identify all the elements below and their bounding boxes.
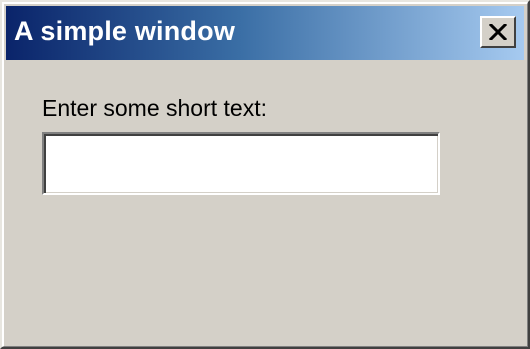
close-icon	[489, 24, 507, 40]
short-text-input[interactable]	[41, 131, 441, 196]
short-text-label: Enter some short text:	[42, 95, 267, 121]
close-button[interactable]	[480, 16, 516, 48]
window-title: A simple window	[14, 16, 236, 46]
title-bar[interactable]: A simple window	[6, 6, 524, 60]
dialog-window: A simple window Enter some short text:	[0, 0, 530, 349]
